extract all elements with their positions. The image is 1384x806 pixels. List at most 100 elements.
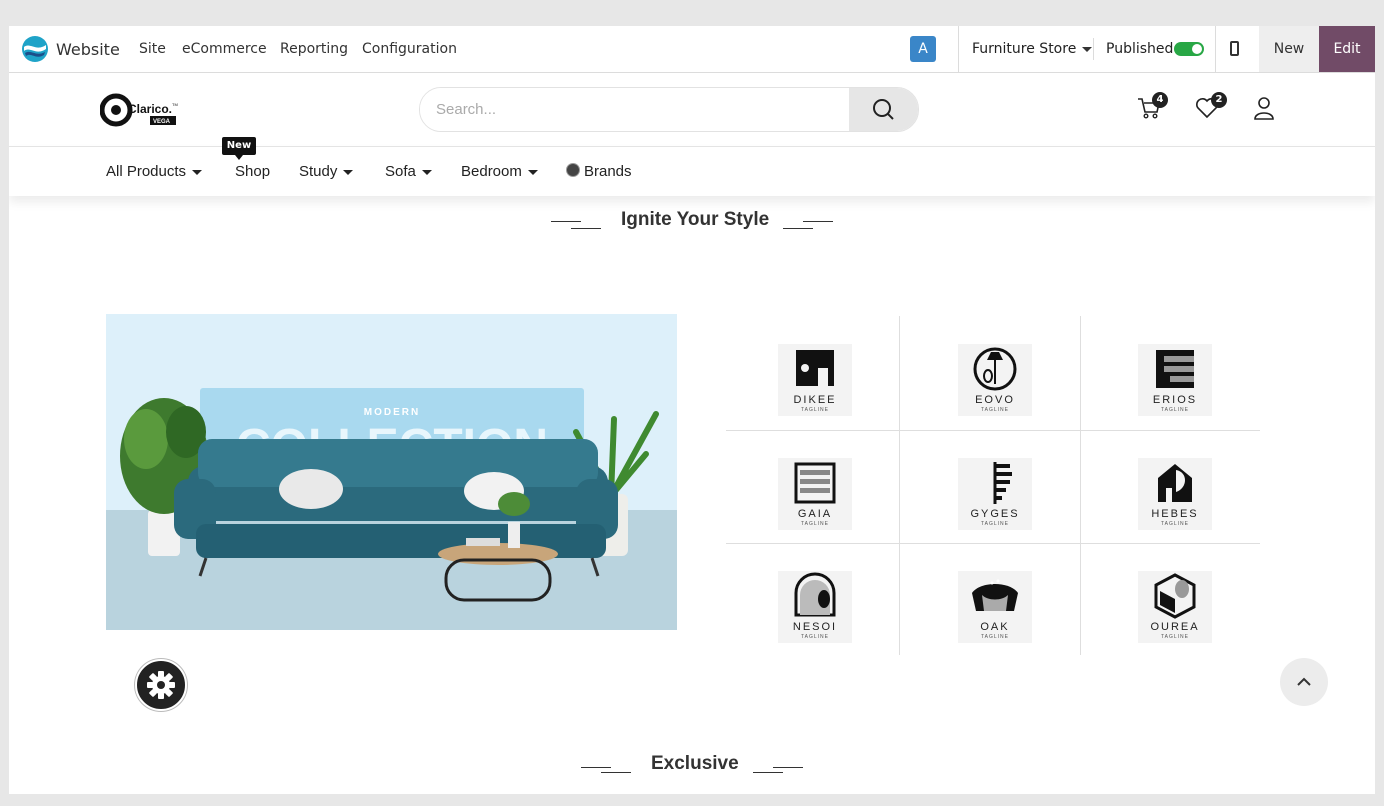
nav-label: Bedroom: [461, 163, 522, 180]
brand-cell-gaia[interactable]: GAIA TAGLINE: [726, 430, 904, 543]
brand-cell-erios[interactable]: ERIOS TAGLINE: [1086, 316, 1264, 429]
search-icon: [873, 99, 894, 120]
brand-tagline: TAGLINE: [980, 634, 1010, 640]
erios-mark-icon: [1156, 350, 1194, 388]
mobile-preview-icon[interactable]: [1230, 41, 1239, 56]
wishlist-count-badge: 2: [1211, 92, 1227, 108]
brand-tm: TM: [172, 102, 178, 107]
brand-sub: VEGA: [153, 119, 171, 125]
title-decoration: [773, 767, 803, 768]
edit-button[interactable]: Edit: [1319, 26, 1375, 72]
brand-cell-hebes[interactable]: HEBES TAGLINE: [1086, 430, 1264, 543]
brand-name: DIKEE: [793, 394, 837, 406]
brand-tagline: TAGLINE: [980, 521, 1010, 527]
search-input[interactable]: [420, 88, 872, 131]
chevron-down-icon: [343, 169, 354, 175]
brand-name: ERIOS: [1152, 394, 1198, 406]
sofa-image: MODERN COLLECTION: [106, 314, 677, 630]
gaia-mark-icon: [794, 462, 836, 504]
menu-ecommerce[interactable]: eCommerce: [182, 41, 267, 57]
brand-logo-dikee: DIKEE TAGLINE: [778, 344, 852, 416]
brand-cell-dikee[interactable]: DIKEE TAGLINE: [726, 316, 904, 429]
menu-configuration[interactable]: Configuration: [362, 41, 457, 57]
new-button[interactable]: New: [1259, 26, 1319, 72]
nav-label: Brands: [584, 163, 632, 180]
brand-name: OAK: [980, 621, 1010, 633]
brand-cell-nesoi[interactable]: NESOI TAGLINE: [726, 543, 904, 656]
nav-study[interactable]: Study: [299, 163, 354, 180]
gyges-mark-icon: [993, 462, 1012, 504]
brand-name: GAIA: [797, 508, 833, 520]
nav-sofa[interactable]: Sofa: [385, 163, 432, 180]
cart-count-badge: 4: [1152, 92, 1168, 108]
user-avatar[interactable]: A: [910, 36, 936, 62]
brand-name: NESOI: [792, 621, 838, 633]
chevron-down-icon: [421, 169, 432, 175]
brand-tagline: TAGLINE: [1160, 634, 1190, 640]
brands-dot-icon: [566, 163, 580, 177]
app-name[interactable]: Website: [56, 40, 120, 59]
brand-tagline: TAGLINE: [1160, 407, 1190, 413]
nav-all-products[interactable]: All Products: [106, 163, 203, 180]
new-tag-badge: New: [222, 137, 256, 160]
title-decoration: [803, 221, 833, 222]
menu-site[interactable]: Site: [139, 41, 166, 57]
gear-icon: [147, 671, 175, 699]
store-selector[interactable]: Furniture Store: [972, 41, 1093, 57]
brand-logo-ourea: OUREA TAGLINE: [1138, 571, 1212, 643]
settings-button[interactable]: [135, 659, 187, 711]
brand-logo-erios: ERIOS TAGLINE: [1138, 344, 1212, 416]
ourea-mark-icon: [1154, 573, 1196, 619]
user-icon[interactable]: [1251, 95, 1277, 121]
title-decoration: [581, 767, 611, 768]
admin-bar: Website Site eCommerce Reporting Configu…: [9, 26, 1375, 73]
nav-bedroom[interactable]: Bedroom: [461, 163, 538, 180]
brand-logo[interactable]: Clarico. TM VEGA: [100, 93, 180, 127]
brand-tagline: TAGLINE: [800, 521, 830, 527]
site-header: Clarico. TM VEGA 4 2: [9, 73, 1375, 147]
eovo-mark-icon: [973, 347, 1017, 391]
brand-tagline: TAGLINE: [800, 634, 830, 640]
brand-logo-oak: OAK TAGLINE: [958, 571, 1032, 643]
chevron-up-icon: [1297, 677, 1311, 686]
brand-name: EOVO: [975, 394, 1015, 406]
published-toggle[interactable]: [1174, 42, 1204, 56]
banner-small-text: MODERN: [364, 407, 420, 418]
brand-cell-eovo[interactable]: EOVO TAGLINE: [906, 316, 1084, 429]
brand-tagline: TAGLINE: [800, 407, 830, 413]
nesoi-mark-icon: [794, 572, 836, 617]
scroll-to-top-button[interactable]: [1280, 658, 1328, 706]
brand-logo-nesoi: NESOI TAGLINE: [778, 571, 852, 643]
brand-cell-gyges[interactable]: GYGES TAGLINE: [906, 430, 1084, 543]
brand-logo-hebes: HEBES TAGLINE: [1138, 458, 1212, 530]
title-decoration: [753, 772, 783, 773]
nav-brands[interactable]: Brands: [566, 163, 632, 180]
search-button[interactable]: [849, 88, 918, 131]
website-app-icon[interactable]: [22, 36, 48, 62]
title-decoration: [571, 228, 601, 229]
divider: [958, 26, 959, 72]
collection-banner[interactable]: MODERN COLLECTION: [106, 314, 677, 630]
section-title-ignite: Ignite Your Style: [621, 209, 770, 230]
chevron-down-icon: [192, 169, 203, 175]
menu-reporting[interactable]: Reporting: [280, 41, 348, 57]
published-label: Published: [1106, 41, 1174, 57]
nav-shop[interactable]: Shop: [235, 163, 270, 180]
nav-label: Study: [299, 163, 338, 180]
brand-logo-gyges: GYGES TAGLINE: [958, 458, 1032, 530]
divider: [1093, 38, 1094, 60]
brand-cell-ourea[interactable]: OUREA TAGLINE: [1086, 543, 1264, 656]
brand-tagline: TAGLINE: [980, 407, 1010, 413]
brand-grid: DIKEE TAGLINE EOVO TAGLINE ERIOS TAGLINE…: [726, 316, 1260, 655]
brand-name: HEBES: [1151, 508, 1199, 520]
title-decoration: [783, 228, 813, 229]
brand-name: GYGES: [970, 508, 1020, 520]
search-bar: [419, 87, 919, 132]
chevron-down-icon: [1082, 46, 1093, 52]
brand-logo-eovo: EOVO TAGLINE: [958, 344, 1032, 416]
brand-name: Clarico.: [128, 102, 172, 116]
brand-cell-oak[interactable]: OAK TAGLINE: [906, 543, 1084, 656]
chevron-down-icon: [527, 169, 538, 175]
title-decoration: [551, 221, 581, 222]
nav-label: Sofa: [385, 163, 416, 180]
